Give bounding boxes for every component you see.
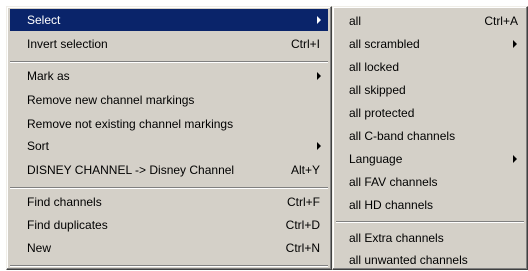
menu-separator xyxy=(336,221,524,223)
menu-item-label: DISNEY CHANNEL -> Disney Channel xyxy=(27,163,235,177)
menu-item-label: Mark as xyxy=(27,69,70,83)
menu-item-shortcut: Ctrl+I xyxy=(290,37,320,51)
menu-item-label: Sort xyxy=(27,139,50,153)
menu-separator xyxy=(10,61,328,63)
menu-item-label: Find duplicates xyxy=(27,218,108,232)
menu-item-find-duplicates[interactable]: Find duplicates Ctrl+D xyxy=(10,214,328,236)
submenu-arrow-icon xyxy=(317,72,321,80)
submenu-item-all-c-band[interactable]: all C-band channels xyxy=(336,125,524,147)
menu-item-select[interactable]: Select xyxy=(10,9,328,31)
submenu-arrow-icon xyxy=(513,40,517,48)
submenu-item-all-unwanted[interactable]: all unwanted channels xyxy=(336,249,524,271)
submenu-item-all-skipped[interactable]: all skipped xyxy=(336,79,524,101)
menu-item-label: all FAV channels xyxy=(349,175,438,189)
menu-item-remove-new-markings[interactable]: Remove new channel markings xyxy=(10,89,328,111)
menu-item-shortcut: Ctrl+N xyxy=(285,241,320,255)
menu-item-label: all unwanted channels xyxy=(349,253,468,267)
menu-item-label: Select xyxy=(27,13,61,27)
menu-item-sort[interactable]: Sort xyxy=(10,135,328,157)
submenu-item-all-locked[interactable]: all locked xyxy=(336,56,524,78)
menu-item-shortcut: Ctrl+A xyxy=(484,14,518,28)
context-menu: Select Invert selection Ctrl+I Mark as R… xyxy=(6,6,332,270)
menu-item-label: Remove new channel markings xyxy=(27,93,195,107)
menu-item-label: all Extra channels xyxy=(349,231,444,245)
menu-separator xyxy=(10,187,328,189)
menu-item-label: all C-band channels xyxy=(349,129,456,143)
menu-item-invert-selection[interactable]: Invert selection Ctrl+I xyxy=(10,33,328,55)
menu-item-label: Remove not existing channel markings xyxy=(27,117,234,131)
menu-item-label: all locked xyxy=(349,60,400,74)
menu-item-label: Find channels xyxy=(27,195,102,209)
submenu-item-all-extra[interactable]: all Extra channels xyxy=(336,227,524,249)
submenu-item-all-protected[interactable]: all protected xyxy=(336,102,524,124)
menu-item-new[interactable]: New Ctrl+N xyxy=(10,237,328,259)
menu-item-label: Language xyxy=(349,152,403,166)
menu-item-shortcut: Alt+Y xyxy=(290,163,320,177)
submenu-item-all-fav[interactable]: all FAV channels xyxy=(336,171,524,193)
menu-item-label: all xyxy=(349,14,362,28)
menu-item-shortcut: Ctrl+D xyxy=(285,218,320,232)
menu-separator xyxy=(10,265,328,267)
menu-item-rename-disney[interactable]: DISNEY CHANNEL -> Disney Channel Alt+Y xyxy=(10,159,328,181)
submenu-item-all-hd[interactable]: all HD channels xyxy=(336,194,524,216)
menu-item-label: New xyxy=(27,241,52,255)
menu-item-label: Invert selection xyxy=(27,37,108,51)
submenu-item-all-scrambled[interactable]: all scrambled xyxy=(336,33,524,55)
menu-item-mark-as[interactable]: Mark as xyxy=(10,65,328,87)
menu-item-remove-not-existing-markings[interactable]: Remove not existing channel markings xyxy=(10,113,328,135)
select-submenu: all Ctrl+A all scrambled all locked all … xyxy=(332,6,528,270)
submenu-arrow-icon xyxy=(317,16,321,24)
menu-item-label: all protected xyxy=(349,106,415,120)
menu-item-shortcut: Ctrl+F xyxy=(287,195,320,209)
submenu-item-language[interactable]: Language xyxy=(336,148,524,170)
submenu-arrow-icon xyxy=(317,142,321,150)
submenu-item-all[interactable]: all Ctrl+A xyxy=(336,10,524,32)
menu-item-label: all scrambled xyxy=(349,37,420,51)
menu-item-label: all skipped xyxy=(349,83,406,97)
submenu-arrow-icon xyxy=(513,155,517,163)
menu-item-find-channels[interactable]: Find channels Ctrl+F xyxy=(10,191,328,213)
menu-item-label: all HD channels xyxy=(349,198,434,212)
